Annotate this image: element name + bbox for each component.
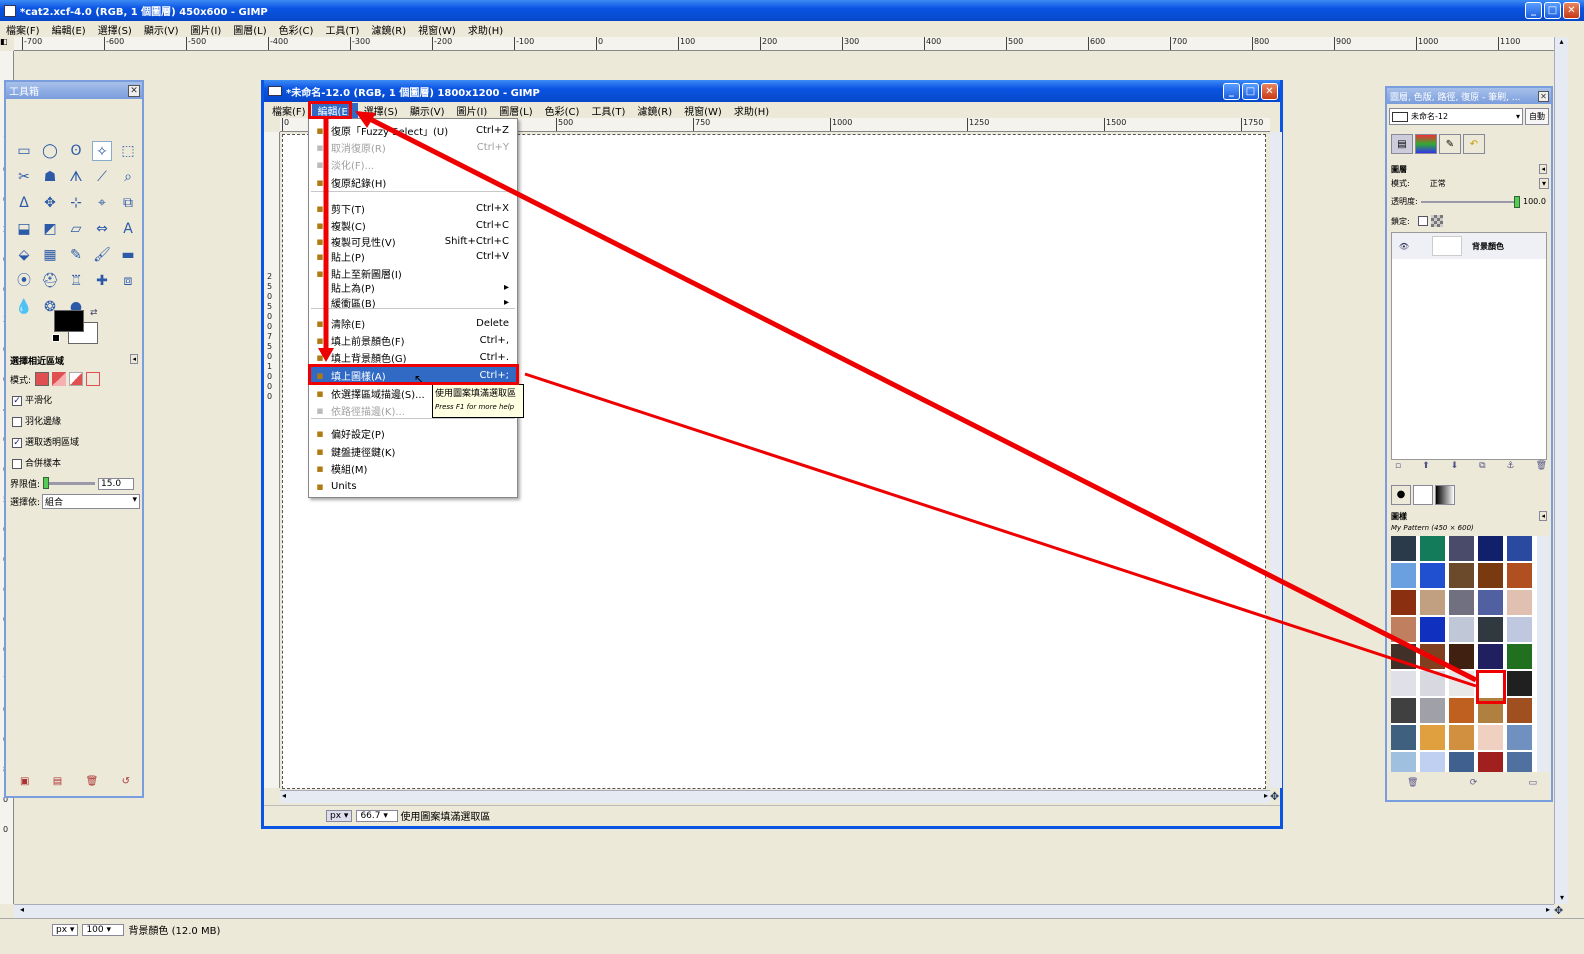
desktop: { "main_window": { "title": "*cat2.xcf-4… [0, 0, 1584, 954]
annotation-arrows [318, 111, 1478, 688]
fg-color-swatch[interactable] [54, 310, 84, 332]
